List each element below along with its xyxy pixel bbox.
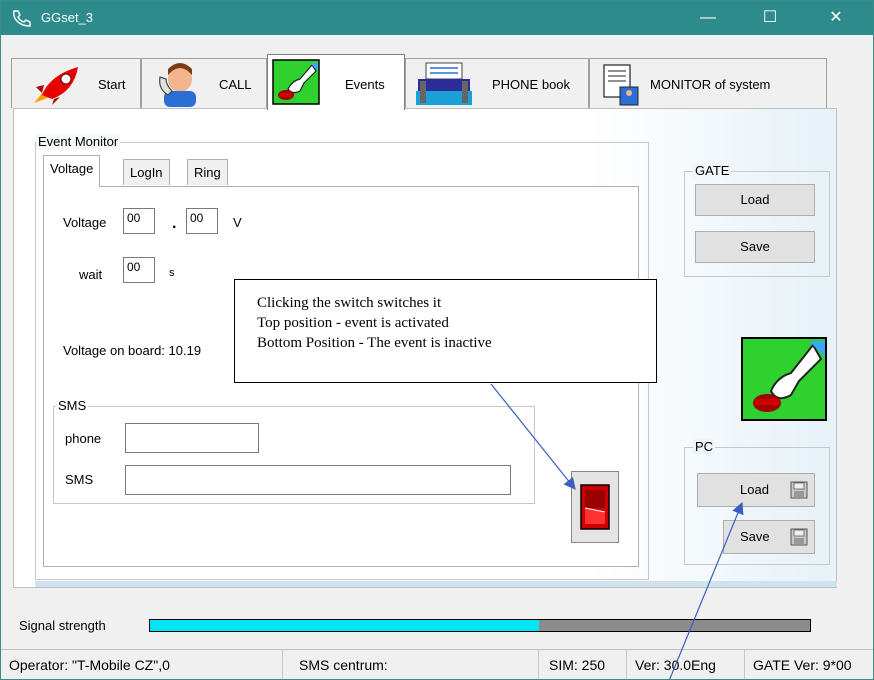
annotation-callout: Clicking the switch switches it Top posi… <box>234 279 657 383</box>
phone-app-icon <box>13 10 31 27</box>
pc-save-label: Save <box>740 529 770 544</box>
window-title: GGset_3 <box>41 10 94 25</box>
signal-strength-fill <box>150 620 540 631</box>
wait-unit: s <box>169 267 175 279</box>
status-sms-centrum: SMS centrum: <box>283 650 539 679</box>
status-bar: Operator: "T-Mobile CZ",0 SMS centrum: S… <box>1 649 873 679</box>
callout-line-3: Bottom Position - The event is inactive <box>257 335 492 351</box>
subtab-ring[interactable]: Ring <box>187 159 228 185</box>
subtab-login[interactable]: LogIn <box>123 159 170 185</box>
phone-input[interactable] <box>125 423 259 453</box>
floppy-disk-icon <box>790 528 808 546</box>
callout-line-1: Clicking the switch switches it <box>257 295 442 311</box>
minimize-button[interactable]: — <box>685 1 731 35</box>
sms-input[interactable] <box>125 465 511 495</box>
floppy-disk-icon <box>790 481 808 499</box>
switch-icon <box>580 484 610 530</box>
status-gate-version: GATE Ver: 9*00 <box>753 657 852 673</box>
gate-load-button[interactable]: Load <box>695 184 815 216</box>
tab-call[interactable]: CALL <box>141 58 267 108</box>
tab-start-label: Start <box>98 77 126 92</box>
voltage-unit: V <box>233 215 242 230</box>
tab-monitor-label: MONITOR of system <box>650 77 771 92</box>
sms-group-title: SMS <box>56 398 89 413</box>
pc-load-label: Load <box>740 482 769 497</box>
tab-events[interactable]: Events <box>267 54 405 110</box>
voltage-frac-input[interactable]: 00 <box>186 208 218 234</box>
gate-save-button[interactable]: Save <box>695 231 815 263</box>
event-toggle-switch[interactable] <box>571 471 619 543</box>
signal-strength-bar <box>149 619 811 632</box>
phone-label: phone <box>65 431 102 446</box>
panel-bottom-strip <box>35 581 837 587</box>
sms-label: SMS <box>65 472 94 487</box>
maximize-button[interactable]: ☐ <box>747 1 793 35</box>
hand-switch-icon <box>272 59 320 105</box>
subtab-voltage[interactable]: Voltage <box>43 155 101 187</box>
app-window: GGset_3 — ☐ ✕ Start CALL Events PHONE bo… <box>0 0 874 680</box>
address-book-icon <box>416 62 472 105</box>
tab-call-label: CALL <box>219 77 252 92</box>
telephone-caller-icon <box>159 63 196 107</box>
tab-phone-book-label: PHONE book <box>492 77 571 92</box>
rocket-icon <box>34 67 78 105</box>
status-sim: SIM: 250 <box>539 650 627 679</box>
voltage-int-input[interactable]: 00 <box>123 208 155 234</box>
main-tabstrip: Start CALL Events PHONE book MONITOR of … <box>11 54 831 110</box>
wait-label: wait <box>79 267 103 282</box>
status-version: Ver: 30.0Eng <box>627 650 745 679</box>
status-operator: Operator: "T-Mobile CZ",0 <box>1 650 283 679</box>
pc-load-button[interactable]: Load <box>697 473 815 507</box>
signal-strength-label: Signal strength <box>19 618 106 633</box>
tab-phone-book[interactable]: PHONE book <box>405 58 589 108</box>
pc-save-button[interactable]: Save <box>723 520 815 554</box>
voltage-decimal-point: . <box>172 215 177 232</box>
wait-input[interactable]: 00 <box>123 257 155 283</box>
monitor-document-icon <box>603 64 639 106</box>
hand-switch-icon <box>741 337 827 421</box>
close-button[interactable]: ✕ <box>813 1 859 35</box>
callout-line-2: Top position - event is activated <box>257 315 449 331</box>
voltage-on-board: Voltage on board: 10.19 <box>63 343 202 358</box>
voltage-label: Voltage <box>63 215 107 230</box>
tab-start[interactable]: Start <box>11 58 141 108</box>
event-monitor-title: Event Monitor <box>36 134 121 149</box>
tab-monitor[interactable]: MONITOR of system <box>589 58 827 108</box>
pc-group-title: PC <box>693 439 716 454</box>
title-bar[interactable]: GGset_3 — ☐ ✕ <box>1 1 873 35</box>
tab-events-label: Events <box>345 77 385 92</box>
gate-group-title: GATE <box>693 163 732 178</box>
